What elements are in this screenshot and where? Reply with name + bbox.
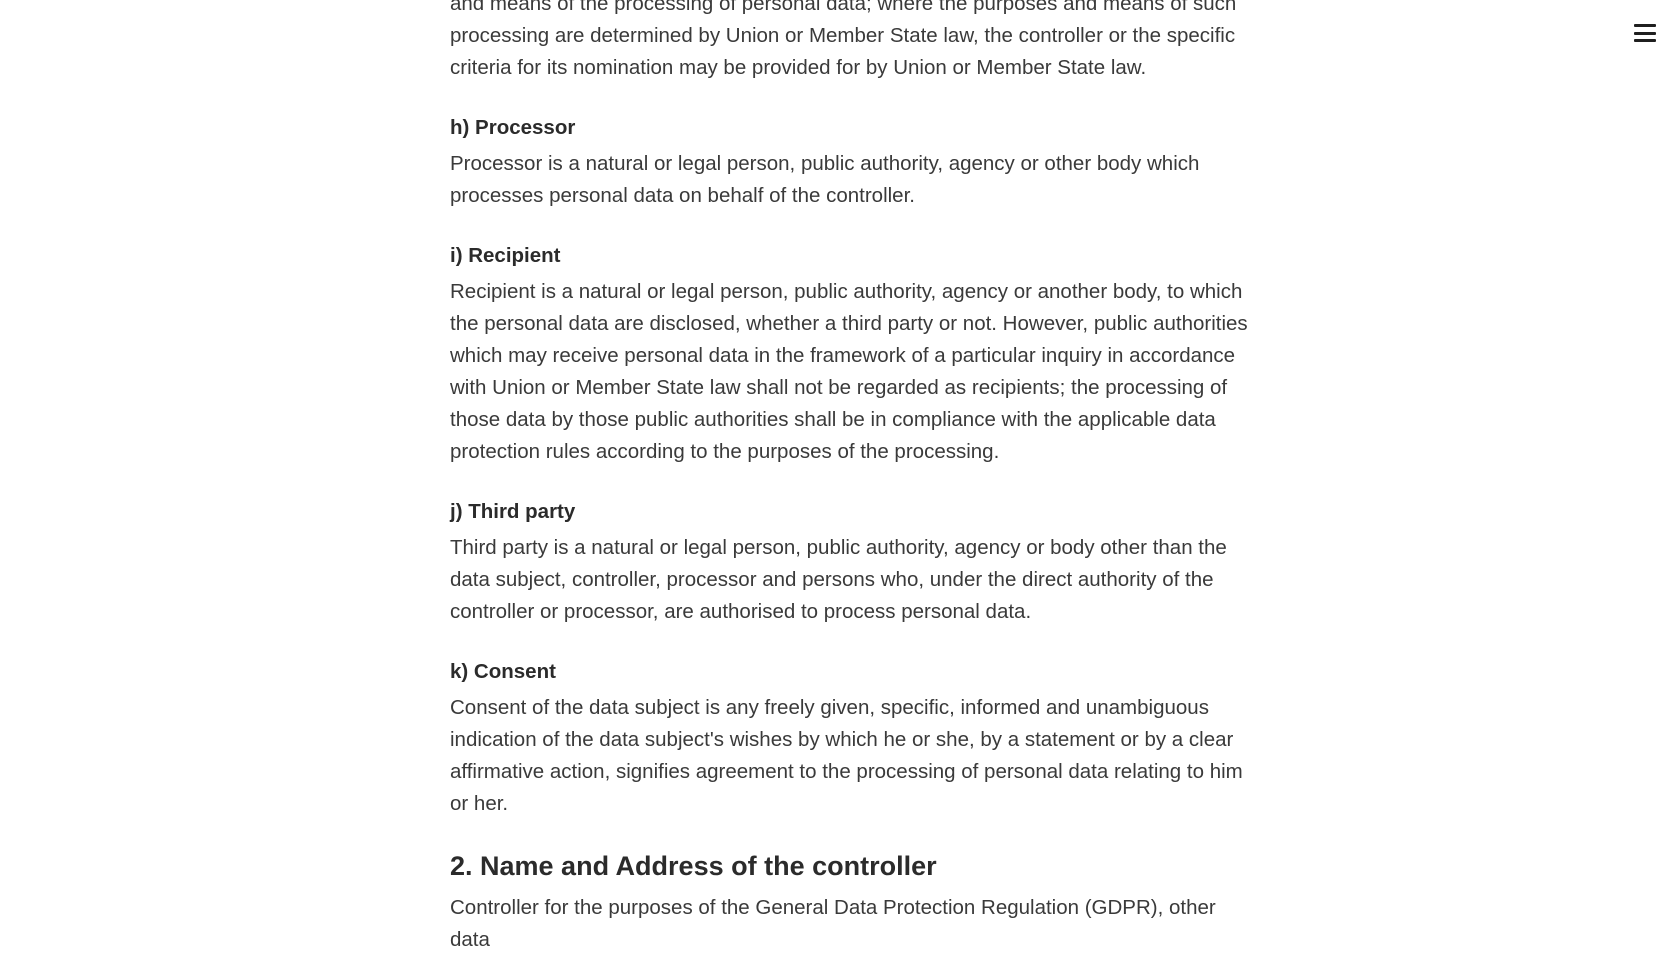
definition-text: Consent of the data subject is any freel…: [450, 696, 1243, 815]
section-heading: 2. Name and Address of the controller: [450, 851, 937, 881]
privacy-policy-content: and means of the processing of personal …: [450, 0, 1250, 956]
intro-paragraph: and means of the processing of personal …: [450, 0, 1237, 79]
definition-heading: j) Third party: [450, 500, 576, 523]
definition-heading: k) Consent: [450, 660, 556, 683]
definition-heading: i) Recipient: [450, 244, 561, 267]
definition-text: Third party is a natural or legal person…: [450, 536, 1227, 623]
definition-third-party: j) Third party Third party is a natural …: [450, 496, 1250, 628]
definition-heading: h) Processor: [450, 116, 576, 139]
menu-bar: [1634, 39, 1656, 42]
hamburger-menu-icon[interactable]: [1634, 22, 1656, 44]
definition-processor: h) Processor Processor is a natural or l…: [450, 112, 1250, 212]
menu-bar: [1634, 24, 1656, 27]
definition-text: Recipient is a natural or legal person, …: [450, 280, 1248, 463]
menu-bar: [1634, 31, 1656, 35]
definition-consent: k) Consent Consent of the data subject i…: [450, 656, 1250, 820]
definition-recipient: i) Recipient Recipient is a natural or l…: [450, 240, 1250, 468]
definition-text: Processor is a natural or legal person, …: [450, 152, 1200, 207]
section-paragraph: Controller for the purposes of the Gener…: [450, 896, 1216, 951]
